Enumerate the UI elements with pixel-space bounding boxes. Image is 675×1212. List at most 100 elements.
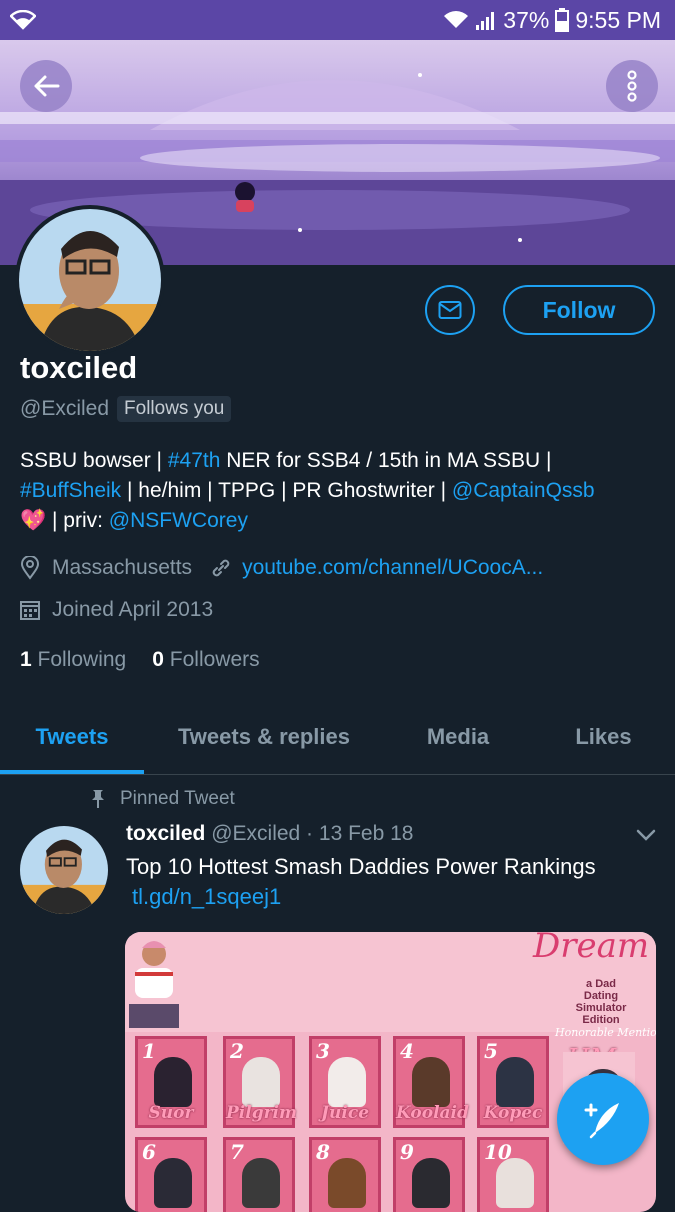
back-button[interactable]	[20, 60, 72, 112]
ranking-card: 9	[393, 1137, 465, 1212]
tweet-separator: ·	[300, 822, 319, 845]
tweet-header: toxciled @Exciled · 13 Feb 18	[126, 822, 413, 846]
card-figure	[496, 1158, 534, 1208]
tweet-media-image[interactable]: Dream Daddy a Dad Dating Simulator Editi…	[125, 932, 656, 1212]
ranking-card: 7	[223, 1137, 295, 1212]
tab-media[interactable]: Media	[384, 700, 532, 774]
mention-link[interactable]: @CaptainQssb	[452, 479, 595, 502]
card-figure	[496, 1057, 534, 1107]
bio-line: #BuffSheik | he/him | TPPG | PR Ghostwri…	[20, 476, 660, 506]
card-figure	[328, 1057, 366, 1107]
battery-icon	[555, 8, 570, 32]
message-button[interactable]	[425, 285, 475, 335]
location-icon	[20, 556, 40, 580]
tab-tweets[interactable]: Tweets	[0, 700, 144, 774]
tab-tweets-replies[interactable]: Tweets & replies	[144, 700, 384, 774]
follow-counts: 1 Following 0 Followers	[20, 648, 260, 672]
avatar-image	[20, 826, 108, 914]
joined-date: Joined April 2013	[52, 598, 214, 621]
card-figure	[154, 1057, 192, 1107]
card-name: Suor	[148, 1103, 194, 1123]
tweet-author-handle: @Exciled	[211, 822, 301, 845]
mail-icon	[438, 301, 462, 319]
card-name: Koolaid	[396, 1103, 469, 1123]
tweet-avatar[interactable]	[20, 826, 108, 914]
bio-line: SSBU bowser | #47th NER for SSB4 / 15th …	[20, 446, 660, 476]
profile-meta-row: Massachusetts youtube.com/channel/UCoocA…	[20, 556, 543, 580]
ranking-card: 6	[135, 1137, 207, 1212]
ranking-card: 3 Juice	[309, 1036, 381, 1128]
card-name: Juice	[320, 1103, 370, 1123]
tweet-link[interactable]: tl.gd/n_1sqeej1	[132, 884, 281, 910]
location-text: Massachusetts	[52, 556, 193, 579]
wifi-icon	[10, 10, 36, 30]
following-count: 1	[20, 648, 32, 671]
link-icon	[212, 559, 230, 577]
pinned-text: Pinned Tweet	[120, 788, 235, 809]
following-label: Following	[37, 648, 127, 671]
ranking-card: 2 Pilgrim	[223, 1036, 297, 1128]
bio-text: SSBU bowser |	[20, 449, 168, 472]
compose-tweet-button[interactable]	[557, 1073, 649, 1165]
card-figure	[328, 1158, 366, 1208]
bio-text: | he/him | TPPG | PR Ghostwriter |	[121, 479, 452, 502]
card-figure	[242, 1158, 280, 1208]
signal-icon	[476, 12, 495, 30]
ranking-card: 1 Suor	[135, 1036, 207, 1128]
wifi-icon	[444, 11, 469, 28]
display-name: toxciled	[20, 350, 138, 385]
card-figure	[154, 1158, 192, 1208]
bio-text: | priv:	[46, 509, 109, 532]
status-bar: 37% 9:55 PM	[0, 0, 675, 40]
heart-emoji: 💖	[20, 509, 47, 532]
card-rank: 1	[142, 1039, 156, 1063]
pinned-tweet-label: Pinned Tweet	[90, 788, 235, 810]
tweet-author-name[interactable]: toxciled	[126, 822, 205, 845]
card-rank: 3	[316, 1039, 330, 1063]
card-name: Kopec	[483, 1103, 543, 1123]
honorable-mentions-label: Honorable Mentions	[555, 1026, 656, 1039]
host-figure-image	[135, 941, 173, 998]
card-name: Pilgrim	[226, 1103, 297, 1123]
website-link[interactable]: youtube.com/channel/UCoocA...	[242, 556, 543, 580]
tweet-date: 13 Feb 18	[318, 822, 414, 845]
bio-line: 💖 | priv: @NSFWCorey	[20, 506, 660, 536]
followers-count-link[interactable]: 0 Followers	[152, 648, 259, 672]
clock: 9:55 PM	[575, 6, 661, 33]
card-rank: 8	[316, 1140, 330, 1164]
card-rank: 4	[400, 1039, 414, 1063]
card-figure	[242, 1057, 280, 1107]
handle-row: @Exciled Follows you	[20, 396, 232, 422]
ranking-card: 8	[309, 1137, 381, 1212]
chevron-down-icon[interactable]	[636, 828, 656, 842]
card-figure	[412, 1057, 450, 1107]
card-rank: 2	[230, 1039, 244, 1063]
profile-meta-row: Joined April 2013	[20, 598, 213, 622]
ranking-card: 10	[477, 1137, 549, 1212]
more-vert-icon	[627, 70, 637, 102]
hashtag-link[interactable]: #BuffSheik	[20, 479, 121, 502]
roster-thumbnail	[129, 1004, 179, 1028]
follow-button[interactable]: Follow	[503, 285, 655, 335]
mention-link[interactable]: @NSFWCorey	[109, 509, 248, 532]
ranking-card: 5 Kopec	[477, 1036, 549, 1128]
tab-likes[interactable]: Likes	[532, 700, 675, 774]
card-rank: 7	[230, 1140, 244, 1164]
calendar-icon	[20, 601, 40, 620]
more-options-button[interactable]	[606, 60, 658, 112]
ranking-card: 4 Koolaid	[393, 1036, 469, 1128]
card-rank: 5	[484, 1039, 498, 1063]
bio-text: NER for SSB4 / 15th in MA SSBU |	[220, 449, 552, 472]
profile-avatar[interactable]	[15, 205, 165, 355]
profile-bio: SSBU bowser | #47th NER for SSB4 / 15th …	[20, 446, 660, 536]
hashtag-link[interactable]: #47th	[168, 449, 221, 472]
back-arrow-icon	[34, 75, 60, 97]
compose-tweet-icon	[584, 1103, 619, 1139]
card-rank: 6	[142, 1140, 156, 1164]
card-rank: 9	[400, 1140, 414, 1164]
avatar-image	[19, 209, 161, 351]
tweet-text: Top 10 Hottest Smash Daddies Power Ranki…	[126, 854, 596, 879]
following-count-link[interactable]: 1 Following	[20, 648, 126, 672]
profile-tabs: Tweets Tweets & replies Media Likes	[0, 700, 675, 775]
follows-you-badge: Follows you	[117, 396, 232, 422]
